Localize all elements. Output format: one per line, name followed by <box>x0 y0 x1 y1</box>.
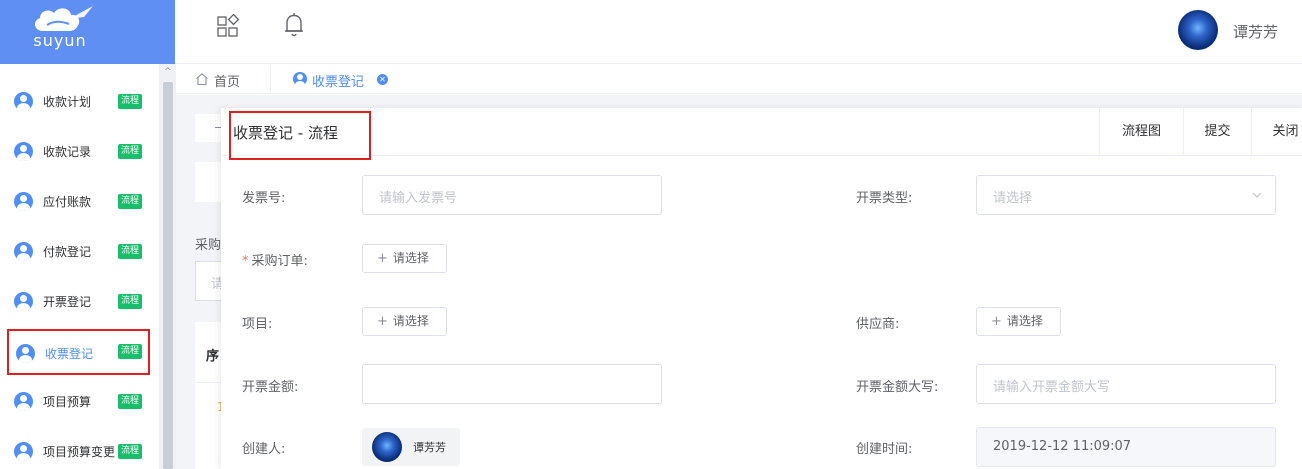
invoice-amount-label: 开票金额: <box>242 380 299 395</box>
plus-icon: + <box>377 314 388 329</box>
process-tag-badge: 流程 <box>118 244 143 259</box>
process-tag-badge: 流程 <box>118 394 143 409</box>
invoice-no-placeholder: 请输入发票号 <box>379 191 458 206</box>
apps-grid-icon[interactable] <box>216 14 240 38</box>
sidebar-item-label: 项目预算变更 <box>43 445 116 459</box>
user-avatar-icon <box>14 142 33 161</box>
sidebar-item-accounts-payable[interactable]: 应付账款 流程 <box>7 179 150 225</box>
select-project-button[interactable]: + 请选择 <box>362 307 447 336</box>
tab-invoice-receipt-registration[interactable]: 收票登记 ✕ <box>293 65 403 94</box>
supplier-label: 供应商: <box>856 317 900 332</box>
invoice-type-label: 开票类型: <box>856 191 913 206</box>
creator-label: 创建人: <box>242 442 286 457</box>
sidebar-scrollbar[interactable]: ^ <box>160 64 176 469</box>
user-avatar-icon <box>16 344 35 363</box>
top-header: 谭芳芳 <box>175 0 1302 64</box>
sidebar-item-label: 收票登记 <box>45 347 94 361</box>
user-avatar-icon <box>14 242 33 261</box>
created-at-field: 2019-12-12 11:09:07 <box>976 427 1276 467</box>
select-button-label: 请选择 <box>1006 314 1043 328</box>
purchase-order-label-text: 采购订单: <box>251 254 308 269</box>
select-button-label: 请选择 <box>392 251 429 265</box>
required-asterisk: * <box>242 254 249 269</box>
user-avatar[interactable] <box>1178 10 1218 50</box>
close-tab-icon[interactable]: ✕ <box>377 74 388 85</box>
sidebar-item-project-budget[interactable]: 项目预算 流程 <box>7 379 150 425</box>
scroll-up-arrow-icon[interactable]: ^ <box>164 68 172 77</box>
process-tag-badge: 流程 <box>118 144 143 159</box>
submit-button[interactable]: 提交 <box>1183 108 1251 156</box>
plus-icon: + <box>377 251 388 266</box>
invoice-no-input[interactable]: 请输入发票号 <box>362 175 662 215</box>
creator-chip: 谭芳芳 <box>362 428 460 466</box>
select-button-label: 请选择 <box>392 314 429 328</box>
process-tag-badge: 流程 <box>118 294 143 309</box>
invoice-amount-upper-placeholder: 请输入开票金额大写 <box>993 380 1111 395</box>
process-tag-badge: 流程 <box>118 444 143 459</box>
tab-label: 收票登记 <box>312 75 365 90</box>
process-tag-badge: 流程 <box>118 194 143 209</box>
home-icon <box>196 73 208 86</box>
created-at-label: 创建时间: <box>856 442 913 457</box>
sidebar: 收款计划 流程 收款记录 流程 应付账款 流程 付款登记 流程 开票登记 流程 … <box>0 64 160 469</box>
user-avatar-icon <box>14 442 33 461</box>
created-at-value: 2019-12-12 11:09:07 <box>993 439 1132 454</box>
sidebar-item-invoicing-registration[interactable]: 开票登记 流程 <box>7 279 150 325</box>
sidebar-item-collection-records[interactable]: 收款记录 流程 <box>7 129 150 175</box>
invoice-amount-upper-input[interactable]: 请输入开票金额大写 <box>976 364 1276 404</box>
sidebar-item-label: 应付账款 <box>43 195 92 209</box>
sidebar-item-label: 项目预算 <box>43 395 92 409</box>
sidebar-item-collection-plan[interactable]: 收款计划 流程 <box>7 79 150 125</box>
invoice-amount-upper-label: 开票金额大写: <box>856 380 939 395</box>
bell-icon[interactable] <box>283 12 305 38</box>
tabs-bar: 首页 收票登记 ✕ <box>176 65 1302 94</box>
user-avatar-icon <box>14 292 33 311</box>
purchase-order-label: * 采购订单: <box>242 250 308 269</box>
tab-label: 首页 <box>214 75 241 90</box>
invoice-amount-input[interactable] <box>362 364 662 404</box>
sidebar-item-label: 付款登记 <box>43 245 92 259</box>
sidebar-item-label: 收款计划 <box>43 95 92 109</box>
sidebar-item-label: 开票登记 <box>43 295 92 309</box>
sidebar-item-invoice-receipt-registration[interactable]: 收票登记 流程 <box>7 329 150 375</box>
dialog-title: 收票登记 - 流程 <box>233 124 338 142</box>
flowchart-button[interactable]: 流程图 <box>1099 108 1183 156</box>
creator-name: 谭芳芳 <box>413 441 446 454</box>
user-icon <box>293 72 307 86</box>
close-button[interactable]: 关闭 <box>1251 108 1302 156</box>
select-supplier-button[interactable]: + 请选择 <box>976 307 1061 336</box>
invoice-receipt-dialog: 收票登记 - 流程 流程图 提交 关闭 发票号: 请输入发票号 开票类型: 请选… <box>221 108 1302 469</box>
sidebar-item-payment-registration[interactable]: 付款登记 流程 <box>7 229 150 275</box>
sidebar-item-label: 收款记录 <box>43 145 92 159</box>
user-avatar-icon <box>14 192 33 211</box>
background-table-header-index: 序 <box>206 349 220 364</box>
creator-avatar <box>372 432 402 462</box>
background-label-purchase: 采购 <box>195 238 222 253</box>
user-avatar-icon <box>14 392 33 411</box>
brand-logo-area[interactable]: suyun <box>0 0 175 64</box>
user-name[interactable]: 谭芳芳 <box>1233 21 1278 42</box>
select-purchase-order-button[interactable]: + 请选择 <box>362 244 447 273</box>
invoice-no-label: 发票号: <box>242 191 286 206</box>
process-tag-badge: 流程 <box>118 94 143 109</box>
tab-home[interactable]: 首页 <box>176 65 271 94</box>
chevron-down-icon <box>1252 192 1262 198</box>
dialog-header: 收票登记 - 流程 流程图 提交 关闭 <box>221 108 1302 160</box>
plus-icon: + <box>991 314 1002 329</box>
user-avatar-icon <box>14 92 33 111</box>
invoice-type-select[interactable]: 请选择 <box>976 175 1276 215</box>
brand-name: suyun <box>33 31 87 50</box>
invoice-type-placeholder: 请选择 <box>993 191 1033 206</box>
sidebar-item-project-budget-change[interactable]: 项目预算变更 流程 <box>7 429 150 469</box>
project-label: 项目: <box>242 317 273 332</box>
scrollbar-thumb[interactable] <box>163 82 173 469</box>
process-tag-badge: 流程 <box>118 344 143 359</box>
